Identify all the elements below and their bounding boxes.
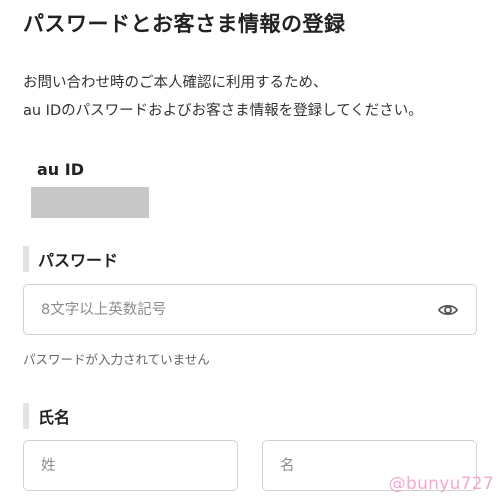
name-section-header: 氏名 bbox=[23, 403, 70, 429]
au-id-label: au ID bbox=[37, 160, 84, 179]
last-name-input[interactable] bbox=[24, 441, 237, 490]
section-marker bbox=[23, 403, 29, 429]
intro-line-2: au IDのパスワードおよびお客さま情報を登録してください。 bbox=[23, 103, 423, 119]
au-id-masked-value bbox=[31, 187, 149, 218]
last-name-field[interactable] bbox=[23, 440, 238, 491]
eye-icon[interactable] bbox=[436, 299, 460, 321]
name-label: 氏名 bbox=[38, 408, 71, 427]
password-input[interactable] bbox=[24, 285, 476, 334]
watermark-text: @bunyu727 bbox=[388, 474, 494, 494]
password-label: パスワード bbox=[38, 251, 119, 270]
password-section-header: パスワード bbox=[23, 246, 118, 272]
section-marker bbox=[23, 246, 29, 272]
page-title: パスワードとお客さま情報の登録 bbox=[23, 12, 346, 36]
password-field[interactable] bbox=[23, 284, 477, 335]
password-error-message: パスワードが入力されていません bbox=[23, 352, 210, 367]
intro-line-1: お問い合わせ時のご本人確認に利用するため、 bbox=[23, 75, 328, 91]
intro-text: お問い合わせ時のご本人確認に利用するため、 au IDのパスワードおよびお客さま… bbox=[23, 69, 423, 125]
